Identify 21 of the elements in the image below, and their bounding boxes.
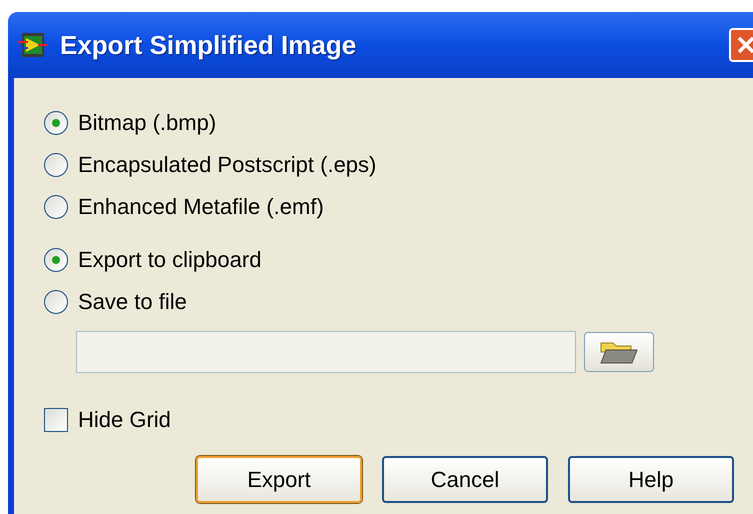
radio-label: Enhanced Metafile (.emf) <box>78 193 324 221</box>
radio-button[interactable] <box>44 248 68 272</box>
radio-button[interactable] <box>44 290 68 314</box>
checkbox-label: Hide Grid <box>78 406 171 434</box>
radio-label: Encapsulated Postscript (.eps) <box>78 151 376 179</box>
radio-label: Export to clipboard <box>78 246 262 274</box>
dialog-button[interactable]: Cancel <box>382 456 548 503</box>
file-path-field[interactable] <box>76 331 576 373</box>
window-title: Export Simplified Image <box>60 28 356 62</box>
browse-button[interactable] <box>584 332 654 372</box>
dialog-button[interactable]: Help <box>568 456 734 503</box>
close-button[interactable] <box>729 28 753 62</box>
radio-button[interactable] <box>44 110 68 134</box>
app-icon <box>18 31 48 59</box>
radio-button[interactable] <box>44 194 68 218</box>
radio-button[interactable] <box>44 152 68 176</box>
hide-grid-checkbox[interactable] <box>44 408 68 432</box>
close-icon <box>736 35 753 55</box>
radio-label: Save to file <box>78 288 187 316</box>
radio-label: Bitmap (.bmp) <box>78 109 216 137</box>
dialog-button[interactable]: Export <box>196 456 362 503</box>
